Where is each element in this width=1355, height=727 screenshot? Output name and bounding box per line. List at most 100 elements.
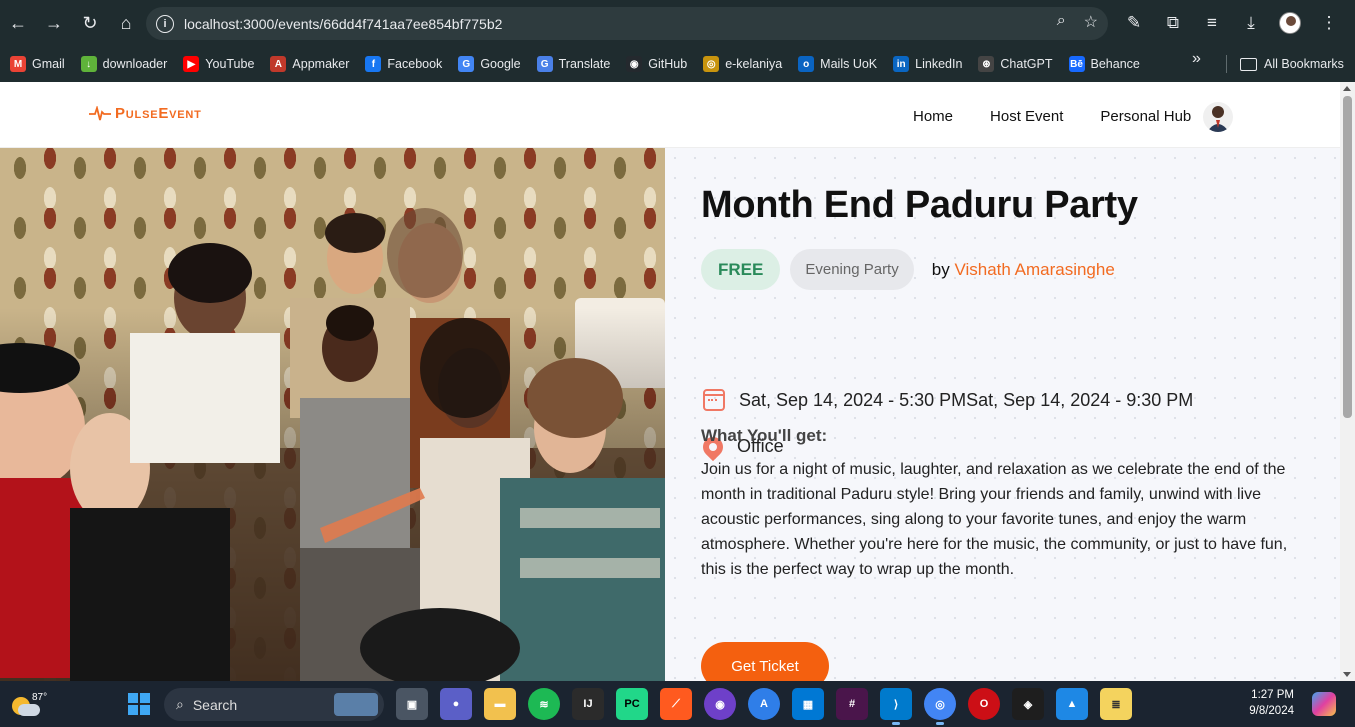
bookmark-mails-uok[interactable]: o Mails UoK (792, 50, 883, 78)
bookmark-linkedin[interactable]: in LinkedIn (887, 50, 968, 78)
eyedropper-icon[interactable]: ✎ (1122, 6, 1146, 40)
bookmarks-overflow-icon[interactable]: » (1192, 50, 1201, 68)
bookmark-facebook[interactable]: f Facebook (359, 50, 448, 78)
back-icon[interactable]: ← (0, 5, 36, 41)
cloud-icon (18, 704, 40, 716)
price-badge: FREE (701, 249, 781, 290)
web-page: PulseEvent Home Host Event Personal Hub (0, 82, 1340, 681)
bookmark-chatgpt[interactable]: ⊛ ChatGPT (972, 50, 1058, 78)
vscode-icon[interactable]: ⟩ (880, 688, 912, 725)
nav-personal-hub[interactable]: Personal Hub (1100, 105, 1191, 129)
nav-host-event[interactable]: Host Event (990, 105, 1063, 129)
pulse-icon (89, 105, 111, 120)
chrome-icon[interactable]: ◎ (924, 688, 956, 725)
url-text[interactable]: localhost:3000/events/66dd4f741aa7ee854b… (184, 16, 502, 32)
category-badge: Evening Party (790, 249, 914, 290)
datetime-text: Sat, Sep 14, 2024 - 5:30 PMSat, Sep 14, … (739, 389, 1194, 410)
party-people-illustration (0, 208, 665, 681)
bookmark-youtube[interactable]: ▶ YouTube (177, 50, 260, 78)
task-view-icon[interactable]: ▣ (396, 688, 428, 720)
slack-icon[interactable]: # (836, 688, 868, 720)
user-avatar[interactable] (1203, 102, 1234, 132)
bookmark-appmaker[interactable]: A Appmaker (264, 50, 355, 78)
event-image (0, 148, 665, 681)
appmaker-icon: A (270, 56, 287, 72)
bookmark-label: Appmaker (292, 57, 350, 71)
bookmark-behance[interactable]: Bē Behance (1063, 50, 1146, 78)
behance-icon: Bē (1068, 56, 1085, 72)
site-info-icon[interactable]: i (156, 14, 174, 33)
ekelaniya-icon: ◎ (703, 56, 720, 72)
profile-avatar[interactable] (1278, 6, 1302, 40)
file-explorer-icon[interactable]: ▬ (484, 688, 516, 720)
pinned-apps: ▣ ● ▬ ≋ IJ PC ⟋ ◉ A ▦ # ⟩ ◎ O ◈ ▲ ≣ (396, 688, 1132, 725)
search-label: Search (192, 696, 238, 713)
search-icon: ⌕ (176, 696, 184, 712)
extensions-icon[interactable]: ⧉ (1161, 6, 1185, 40)
organizer: by Vishath Amarasinghe (932, 260, 1115, 280)
bookmark-e-kelaniya[interactable]: ◎ e-kelaniya (697, 50, 788, 78)
reload-icon[interactable]: ↻ (72, 5, 108, 41)
bookmark-label: Behance (1090, 57, 1140, 71)
facebook-icon: f (365, 56, 382, 72)
youtube-icon: ▶ (183, 56, 200, 72)
linkedin-icon: in (893, 56, 910, 72)
downloads-icon[interactable]: ⤓ (1239, 6, 1263, 40)
bookmark-google[interactable]: G Google (452, 50, 526, 78)
download-icon: ↓ (80, 56, 97, 72)
all-bookmarks-button[interactable]: All Bookmarks (1240, 46, 1344, 82)
scroll-thumb[interactable] (1343, 96, 1352, 418)
bookmark-label: LinkedIn (915, 57, 963, 71)
nav-home[interactable]: Home (913, 105, 953, 129)
photos-icon[interactable]: ▲ (1056, 688, 1088, 720)
microsoft-store-icon[interactable]: ▦ (792, 688, 824, 720)
bookmark-star-icon[interactable]: ☆ (1084, 12, 1098, 32)
opera-icon[interactable]: O (968, 688, 1000, 720)
copilot-icon[interactable] (1312, 692, 1336, 716)
event-datetime: Sat, Sep 14, 2024 - 5:30 PMSat, Sep 14, … (703, 389, 1193, 411)
gmail-icon: M (10, 56, 26, 72)
github-desktop-icon[interactable]: ◉ (704, 688, 736, 720)
postman-icon[interactable]: ⟋ (660, 688, 692, 720)
taskbar-search[interactable]: ⌕ Search (164, 688, 384, 721)
home-icon[interactable]: ⌂ (108, 5, 144, 41)
main-nav: Home Host Event Personal Hub (913, 102, 1234, 132)
spotify-icon[interactable]: ≋ (528, 688, 560, 720)
intellij-icon[interactable]: IJ (572, 688, 604, 720)
page-scrollbar[interactable] (1340, 82, 1355, 681)
windows-taskbar: 87° ⌕ Search ▣ ● ▬ ≋ IJ PC ⟋ ◉ A ▦ # ⟩ ◎… (0, 681, 1355, 727)
menu-icon[interactable]: ⋮ (1317, 6, 1341, 40)
all-bookmarks-label: All Bookmarks (1264, 57, 1344, 71)
forward-icon[interactable]: → (36, 5, 72, 41)
clock-date: 9/8/2024 (1249, 705, 1294, 717)
event-details: Month End Paduru Party FREE Evening Part… (665, 148, 1340, 681)
reading-list-icon[interactable]: ≡ (1200, 6, 1224, 40)
zoom-icon[interactable]: ⌕ (1057, 12, 1066, 32)
bookmark-gmail[interactable]: M Gmail (4, 50, 71, 78)
app-store-icon[interactable]: A (748, 688, 780, 720)
system-clock[interactable]: 1:27 PM 9/8/2024 (1236, 687, 1294, 719)
event-meta: FREE Evening Party by Vishath Amarasingh… (701, 249, 1115, 290)
bookmark-label: ChatGPT (1000, 57, 1053, 71)
teams-chat-icon[interactable]: ● (440, 688, 472, 720)
clock-time: 1:27 PM (1251, 689, 1294, 701)
start-button[interactable] (128, 693, 150, 715)
search-highlight-icon (334, 693, 378, 716)
weather-widget[interactable]: 87° (10, 689, 47, 721)
bookmarks-divider (1226, 55, 1227, 73)
site-logo[interactable]: PulseEvent (89, 105, 202, 122)
bookmark-label: GitHub (648, 57, 688, 71)
organizer-name[interactable]: Vishath Amarasinghe (954, 260, 1114, 279)
bookmarks-bar: M Gmail ↓ downloader ▶ YouTube A Appmaker f Faceb… (0, 46, 1355, 82)
get-ticket-button[interactable]: Get Ticket (701, 642, 829, 681)
bookmark-downloader[interactable]: ↓ downloader (75, 50, 174, 78)
pycharm-icon[interactable]: PC (616, 688, 648, 720)
figma-icon[interactable]: ◈ (1012, 688, 1044, 720)
scroll-up-icon[interactable] (1343, 86, 1351, 91)
outlook-icon: o (798, 56, 815, 72)
scroll-down-icon[interactable] (1343, 672, 1351, 677)
bookmark-github[interactable]: ◉ GitHub (620, 50, 693, 78)
bookmark-translate[interactable]: G Translate (531, 50, 617, 78)
notepad-icon[interactable]: ≣ (1100, 688, 1132, 720)
address-bar[interactable]: i localhost:3000/events/66dd4f741aa7ee85… (146, 7, 1108, 40)
